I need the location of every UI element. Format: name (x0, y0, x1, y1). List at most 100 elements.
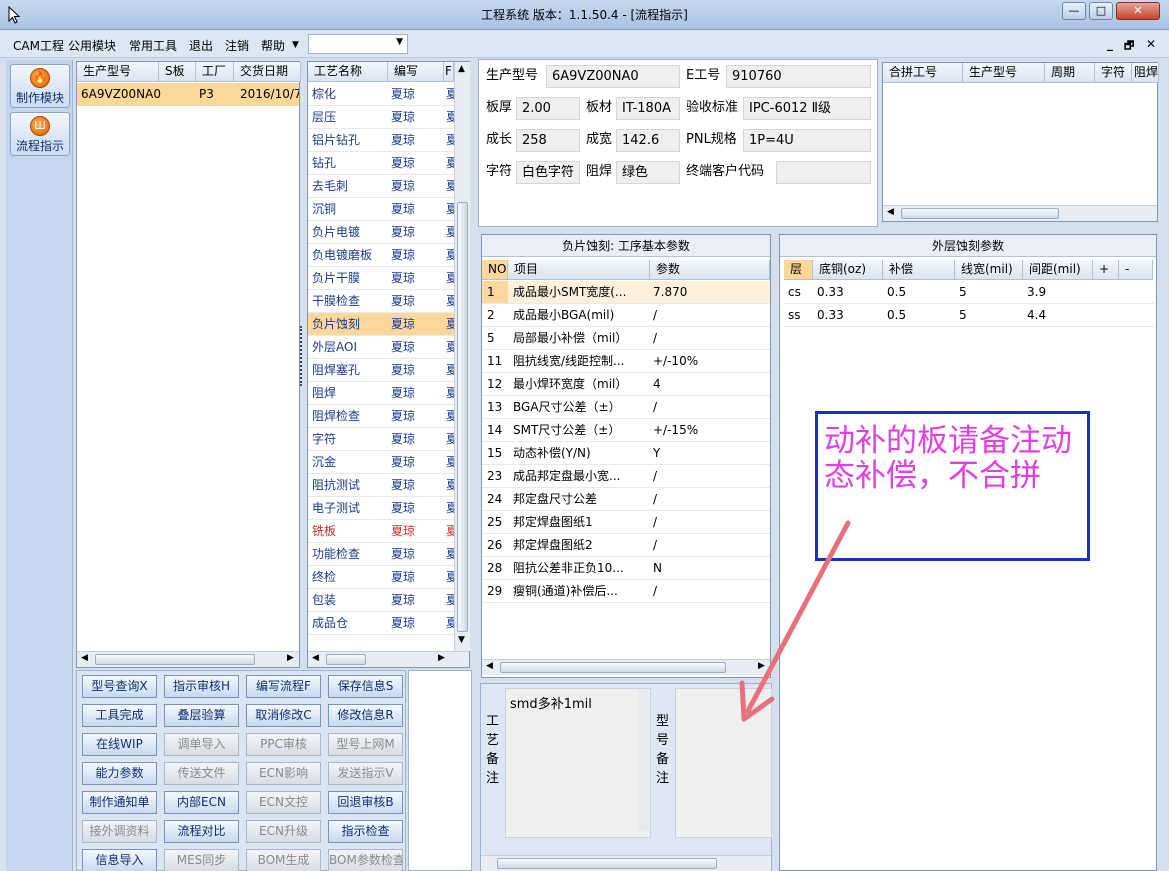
action-button[interactable]: ECN影响 (246, 762, 321, 785)
menu-exit[interactable]: 退出 (189, 37, 213, 54)
action-button[interactable]: 指示检查 (328, 820, 403, 843)
action-button[interactable]: 能力参数 (82, 762, 157, 785)
menu-cam[interactable]: CAM工程 (13, 37, 64, 54)
action-button[interactable]: 接外调资料 (82, 820, 157, 843)
process-row[interactable]: 外层AOI 夏琼 夏 (308, 336, 454, 359)
col-comp[interactable]: 补偿 (883, 260, 955, 280)
menu-logout[interactable]: 注销 (225, 37, 249, 54)
menu-help[interactable]: 帮助 (261, 37, 285, 54)
order-hscroll[interactable]: ◀ ▶ (77, 651, 299, 667)
model-field[interactable]: 6A9VZ00NA0 (546, 65, 680, 88)
action-button[interactable]: 编写流程F (246, 675, 321, 698)
char-field[interactable]: 白色字符 (516, 161, 580, 184)
module-combo[interactable]: ▼ (308, 34, 408, 54)
col-no[interactable]: NO (482, 260, 508, 280)
etch-row[interactable]: 24 邦定盘尺寸公差 / (482, 488, 770, 511)
col-plus[interactable]: + (1093, 260, 1119, 280)
process-row[interactable]: 包装 夏琼 夏 (308, 589, 454, 612)
process-row[interactable]: 负电镀磨板 夏琼 夏 (308, 244, 454, 267)
scroll-thumb[interactable] (326, 654, 366, 665)
col-layer[interactable]: 层 (784, 260, 813, 280)
make-module-button[interactable]: 🔥 制作模块 (10, 64, 70, 108)
scroll-thumb[interactable] (457, 202, 468, 632)
col-merge-model[interactable]: 生产型号 (963, 63, 1045, 83)
process-note-field[interactable]: smd多补1mil (505, 688, 651, 838)
action-button[interactable]: ECN升级 (246, 820, 321, 843)
process-row[interactable]: 终检 夏琼 夏 (308, 566, 454, 589)
e-no-field[interactable]: 910760 (726, 65, 871, 88)
col-date[interactable]: 交货日期 (234, 62, 301, 82)
mdi-minimize-button[interactable]: _ (1107, 37, 1113, 51)
action-button[interactable]: 型号上网M (328, 733, 403, 756)
process-row[interactable]: 负片蚀刻 夏琼 夏 (308, 313, 454, 336)
action-button[interactable]: 指示审核H (164, 675, 239, 698)
col-writer[interactable]: 编写 (388, 62, 444, 82)
col-s[interactable]: S板 (159, 62, 196, 82)
mdi-close-button[interactable]: ✕ (1146, 37, 1156, 51)
action-button[interactable]: 型号查询X (82, 675, 157, 698)
process-row[interactable]: 负片电镀 夏琼 夏 (308, 221, 454, 244)
col-model[interactable]: 生产型号 (77, 62, 159, 82)
etch-row[interactable]: 25 邦定焊盘图纸1 / (482, 511, 770, 534)
action-button[interactable]: 工具完成 (82, 704, 157, 727)
action-button[interactable]: 内部ECN (164, 791, 239, 814)
note-vscroll[interactable] (639, 690, 649, 830)
maximize-button[interactable]: □ (1089, 2, 1113, 20)
process-row[interactable]: 干膜检查 夏琼 夏 (308, 290, 454, 313)
action-button[interactable]: 传送文件 (164, 762, 239, 785)
action-button[interactable]: MES同步 (164, 849, 239, 871)
mask-field[interactable]: 绿色 (616, 161, 680, 184)
outer-row[interactable]: ss 0.33 0.5 5 4.4 (784, 304, 1154, 327)
material-field[interactable]: IT-180A (616, 97, 680, 120)
menu-common[interactable]: 公用模块 (68, 37, 116, 54)
etch-row[interactable]: 28 阻抗公差非正负10... N (482, 557, 770, 580)
flow-guide-button[interactable]: Ш 流程指示 (10, 112, 70, 156)
process-row[interactable]: 沉金 夏琼 夏 (308, 451, 454, 474)
process-row[interactable]: 层压 夏琼 夏 (308, 106, 454, 129)
process-row[interactable]: 铣板 夏琼 夏 (308, 520, 454, 543)
col-merge-cycle[interactable]: 周期 (1045, 63, 1095, 83)
scroll-thumb[interactable] (95, 654, 255, 665)
process-row[interactable]: 阻焊 夏琼 夏 (308, 382, 454, 405)
process-row[interactable]: 成品仓 夏琼 夏 (308, 612, 454, 635)
col-minus[interactable]: - (1119, 260, 1153, 280)
scroll-thumb[interactable] (497, 858, 717, 869)
minimize-button[interactable]: — (1062, 2, 1086, 20)
action-button[interactable]: 取消修改C (246, 704, 321, 727)
process-row[interactable]: 功能检查 夏琼 夏 (308, 543, 454, 566)
mdi-restore-button[interactable]: 🗗 (1124, 37, 1134, 56)
customer-field[interactable] (776, 161, 871, 184)
action-button[interactable]: ECN文控 (246, 791, 321, 814)
process-row[interactable]: 阻焊塞孔 夏琼 夏 (308, 359, 454, 382)
etch-hscroll[interactable]: ◀ ▶ (482, 659, 770, 675)
process-vscroll[interactable]: ▲ ▼ (454, 62, 470, 651)
col-merge-char[interactable]: 字符 (1095, 63, 1132, 83)
col-merge-mask[interactable]: 阻焊 (1132, 63, 1159, 83)
action-button[interactable]: 发送指示V (328, 762, 403, 785)
process-row[interactable]: 电子测试 夏琼 夏 (308, 497, 454, 520)
length-field[interactable]: 258 (516, 129, 580, 152)
etch-row[interactable]: 14 SMT尺寸公差（±） +/-15% (482, 419, 770, 442)
order-row[interactable]: 6A9VZ00NA0 P3 2016/10/7 (77, 83, 299, 106)
col-item[interactable]: 项目 (508, 260, 650, 280)
col-process[interactable]: 工艺名称 (308, 62, 388, 82)
process-hscroll[interactable]: ◀ ▶ (308, 651, 469, 667)
scroll-thumb[interactable] (500, 662, 726, 673)
etch-row[interactable]: 23 成品邦定盘最小宽... / (482, 465, 770, 488)
close-button[interactable]: ✕ (1116, 2, 1160, 20)
process-row[interactable]: 去毛刺 夏琼 夏 (308, 175, 454, 198)
process-row[interactable]: 棕化 夏琼 夏 (308, 83, 454, 106)
scroll-thumb[interactable] (901, 208, 1059, 219)
etch-row[interactable]: 2 成品最小BGA(mil) / (482, 304, 770, 327)
action-button[interactable]: PPC审核 (246, 733, 321, 756)
col-f[interactable]: F (444, 62, 454, 82)
process-row[interactable]: 铝片钻孔 夏琼 夏 (308, 129, 454, 152)
etch-row[interactable]: 13 BGA尺寸公差（±） / (482, 396, 770, 419)
outer-row[interactable]: cs 0.33 0.5 5 3.9 (784, 281, 1154, 304)
action-button[interactable]: 修改信息R (328, 704, 403, 727)
col-merge-no[interactable]: 合拼工号 (883, 63, 963, 83)
etch-row[interactable]: 29 瘦铜(通道)补偿后... / (482, 580, 770, 603)
action-button[interactable]: 回退审核B (328, 791, 403, 814)
process-row[interactable]: 负片干膜 夏琼 夏 (308, 267, 454, 290)
action-button[interactable]: BOM参数检查 (328, 849, 403, 871)
